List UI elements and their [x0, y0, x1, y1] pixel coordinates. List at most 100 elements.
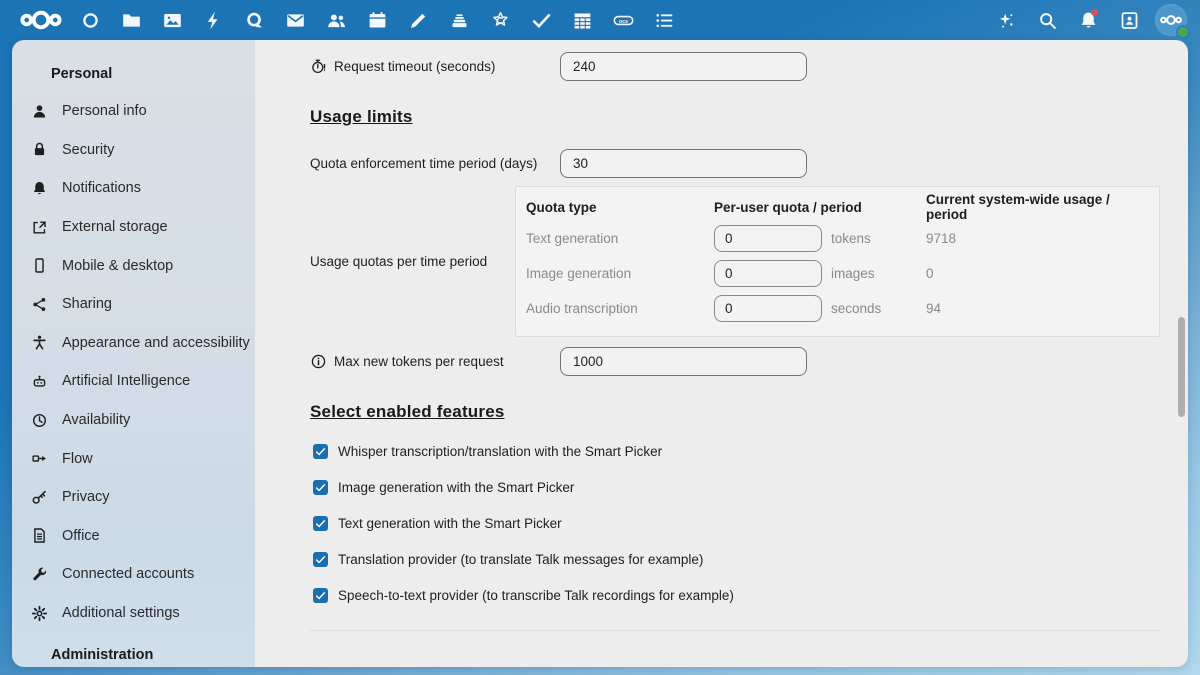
robot-icon [31, 373, 48, 390]
quota-usage-cell: 9718 [926, 231, 1149, 246]
tables-app-icon[interactable] [562, 0, 603, 40]
assistant-sparkles-icon[interactable] [986, 0, 1027, 40]
image-generation-quota-input[interactable] [714, 260, 822, 287]
sidebar-item-label: Office [62, 528, 100, 544]
sidebar-item-connected-accounts[interactable]: Connected accounts [12, 555, 255, 594]
talk-app-icon[interactable] [234, 0, 275, 40]
flow-arrow-icon [31, 450, 48, 467]
sidebar-item-flow[interactable]: Flow [12, 439, 255, 478]
sidebar-item-mobile-desktop[interactable]: Mobile & desktop [12, 246, 255, 285]
notifications-bell-icon[interactable] [1068, 0, 1109, 40]
photos-app-icon[interactable] [152, 0, 193, 40]
sidebar-item-label: Appearance and accessibility [62, 335, 250, 351]
max-tokens-row: Max new tokens per request [310, 347, 1160, 376]
usage-limits-heading: Usage limits [310, 107, 1160, 127]
bell-icon [31, 180, 48, 197]
section-divider [310, 630, 1160, 631]
collectives-app-icon[interactable] [480, 0, 521, 40]
checkbox-checked-icon[interactable] [313, 444, 328, 459]
sidebar-heading-personal: Personal [12, 54, 255, 92]
ocs-app-icon[interactable] [603, 0, 644, 40]
select-enabled-features-heading: Select enabled features [310, 402, 1160, 422]
calendar-app-icon[interactable] [357, 0, 398, 40]
sidebar-item-label: Flow [62, 451, 93, 467]
notification-badge [1091, 9, 1098, 16]
checkbox-checked-icon[interactable] [313, 480, 328, 495]
nextcloud-logo-icon[interactable] [12, 0, 70, 40]
system-usage-header: Current system-wide usage / period [926, 192, 1149, 222]
tasks-app-icon[interactable] [521, 0, 562, 40]
mail-app-icon[interactable] [275, 0, 316, 40]
audio-transcription-quota-input[interactable] [714, 295, 822, 322]
sidebar-item-availability[interactable]: Availability [12, 401, 255, 440]
sidebar-item-label: External storage [62, 219, 168, 235]
lock-icon [31, 141, 48, 158]
max-tokens-label: Max new tokens per request [334, 354, 504, 369]
quota-table: Quota type Per-user quota / period Curre… [515, 186, 1160, 337]
sidebar-item-security[interactable]: Security [12, 131, 255, 170]
top-header-bar [0, 0, 1200, 40]
clock-icon [31, 412, 48, 429]
contacts-menu-icon[interactable] [1109, 0, 1150, 40]
sidebar-item-label: Connected accounts [62, 566, 194, 582]
checkbox-checked-icon[interactable] [313, 588, 328, 603]
checkbox-checked-icon[interactable] [313, 552, 328, 567]
deck-app-icon[interactable] [439, 0, 480, 40]
feature-label: Whisper transcription/translation with t… [338, 444, 662, 459]
quota-row-text-generation: Text generation tokens 9718 [516, 221, 1159, 256]
quota-unit: images [831, 266, 875, 281]
quota-period-row: Quota enforcement time period (days) [310, 149, 1160, 178]
feature-speech-to-text-checkbox-row[interactable]: Speech-to-text provider (to transcribe T… [313, 588, 1160, 603]
content-scrollbar-thumb[interactable] [1178, 317, 1185, 417]
phone-icon [31, 257, 48, 274]
notes-app-icon[interactable] [398, 0, 439, 40]
request-timeout-row: Request timeout (seconds) [310, 52, 1160, 81]
settings-app-frame: Personal Personal info Security Notifica… [12, 40, 1188, 667]
sidebar-item-privacy[interactable]: Privacy [12, 478, 255, 517]
sidebar-item-notifications[interactable]: Notifications [12, 169, 255, 208]
sidebar-item-label: Sharing [62, 296, 112, 312]
max-tokens-input[interactable] [560, 347, 807, 376]
request-timeout-input[interactable] [560, 52, 807, 81]
search-icon[interactable] [1027, 0, 1068, 40]
contacts-app-icon[interactable] [316, 0, 357, 40]
feature-text-generation-checkbox-row[interactable]: Text generation with the Smart Picker [313, 516, 1160, 531]
forms-app-icon[interactable] [644, 0, 685, 40]
document-icon [31, 527, 48, 544]
dashboard-app-icon[interactable] [70, 0, 111, 40]
feature-image-generation-checkbox-row[interactable]: Image generation with the Smart Picker [313, 480, 1160, 495]
sidebar-item-label: Notifications [62, 180, 141, 196]
quota-period-input[interactable] [560, 149, 807, 178]
sidebar-item-sharing[interactable]: Sharing [12, 285, 255, 324]
status-online-dot [1176, 25, 1190, 39]
sidebar-item-personal-info[interactable]: Personal info [12, 92, 255, 131]
sidebar-item-appearance-accessibility[interactable]: Appearance and accessibility [12, 324, 255, 363]
request-timeout-label: Request timeout (seconds) [334, 59, 495, 74]
gear-icon [31, 605, 48, 622]
sidebar-item-external-storage[interactable]: External storage [12, 208, 255, 247]
checkbox-checked-icon[interactable] [313, 516, 328, 531]
usage-quotas-label: Usage quotas per time period [310, 254, 515, 269]
files-app-icon[interactable] [111, 0, 152, 40]
sidebar-heading-administration: Administration [12, 635, 255, 667]
max-tokens-label-group: Max new tokens per request [310, 353, 560, 370]
timer-alert-icon [310, 58, 327, 75]
wrench-icon [31, 566, 48, 583]
per-user-quota-header: Per-user quota / period [714, 200, 926, 215]
sidebar-item-label: Artificial Intelligence [62, 373, 190, 389]
feature-translation-provider-checkbox-row[interactable]: Translation provider (to translate Talk … [313, 552, 1160, 567]
feature-label: Translation provider (to translate Talk … [338, 552, 703, 567]
sidebar-item-label: Availability [62, 412, 130, 428]
activity-app-icon[interactable] [193, 0, 234, 40]
sidebar-item-artificial-intelligence[interactable]: Artificial Intelligence [12, 362, 255, 401]
quota-type-cell: Audio transcription [526, 301, 714, 316]
sidebar-item-additional-settings[interactable]: Additional settings [12, 594, 255, 633]
sidebar-item-office[interactable]: Office [12, 517, 255, 556]
settings-sidebar: Personal Personal info Security Notifica… [12, 40, 255, 667]
text-generation-quota-input[interactable] [714, 225, 822, 252]
feature-whisper-checkbox-row[interactable]: Whisper transcription/translation with t… [313, 444, 1160, 459]
quota-row-audio-transcription: Audio transcription seconds 94 [516, 291, 1159, 326]
quota-usage-cell: 94 [926, 301, 1149, 316]
request-timeout-label-group: Request timeout (seconds) [310, 58, 560, 75]
user-avatar[interactable] [1156, 5, 1186, 35]
